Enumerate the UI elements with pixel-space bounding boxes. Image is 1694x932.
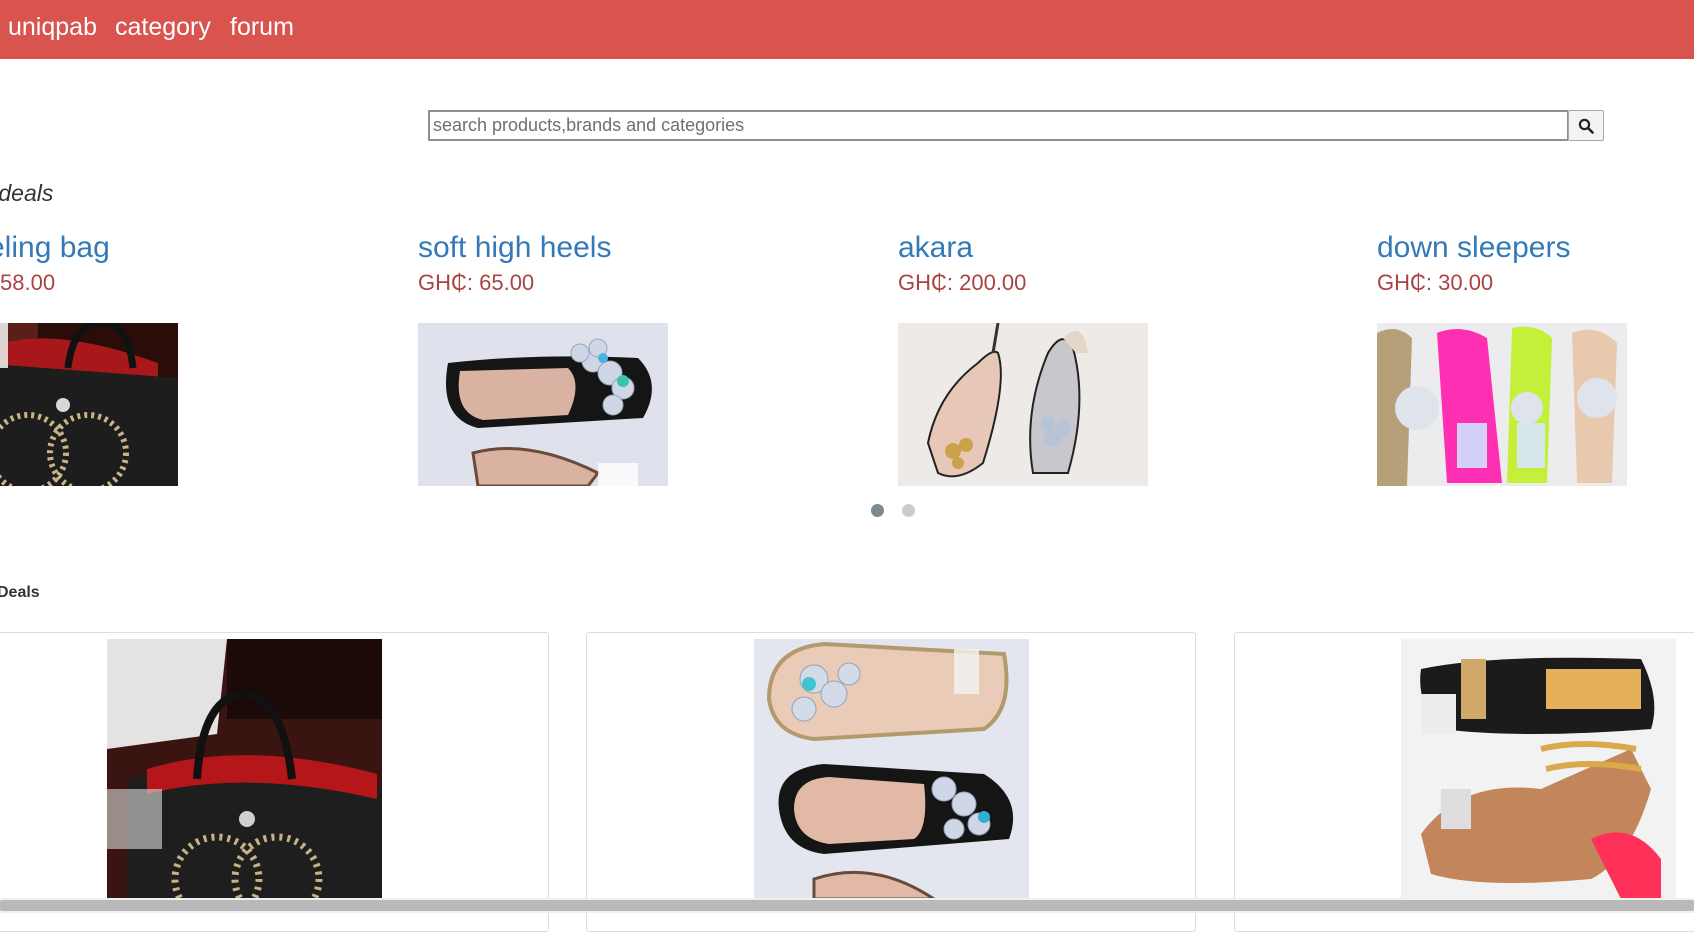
featured-section-title: deals bbox=[0, 180, 54, 206]
featured-carousel: eling bag 58.00 soft high heels GH₵: 65.… bbox=[0, 230, 1694, 520]
product-price: GH₵: 200.00 bbox=[898, 270, 1027, 295]
deal-card[interactable] bbox=[1234, 632, 1694, 932]
search-icon bbox=[1578, 118, 1594, 134]
deal-image-sandals bbox=[1401, 639, 1676, 899]
search-input[interactable] bbox=[428, 110, 1568, 141]
product-image-heels[interactable] bbox=[418, 323, 668, 486]
top-navbar: uniqpab category forum bbox=[0, 0, 1694, 59]
brand-link[interactable]: uniqpab bbox=[8, 13, 97, 41]
product-image-bag[interactable] bbox=[0, 323, 178, 486]
deals-heading: Deals bbox=[0, 584, 40, 601]
product-title-link[interactable]: soft high heels bbox=[418, 230, 838, 266]
deal-image-bag bbox=[107, 639, 382, 899]
deal-card[interactable] bbox=[0, 632, 549, 932]
product-title-link[interactable]: down sleepers bbox=[1377, 230, 1694, 266]
carousel-indicator-2[interactable] bbox=[902, 504, 915, 517]
carousel-slide: soft high heels GH₵: 65.00 bbox=[418, 230, 838, 486]
horizontal-scrollbar[interactable] bbox=[0, 898, 1694, 913]
product-price: GH₵: 30.00 bbox=[1377, 270, 1494, 295]
product-price: GH₵: 65.00 bbox=[418, 270, 535, 295]
deal-card[interactable] bbox=[586, 632, 1196, 932]
search-button[interactable] bbox=[1568, 110, 1604, 141]
carousel-slide: akara GH₵: 200.00 bbox=[898, 230, 1318, 486]
scrollbar-thumb[interactable] bbox=[0, 900, 1694, 911]
carousel-slide: down sleepers GH₵: 30.00 bbox=[1377, 230, 1694, 486]
carousel-slide: eling bag 58.00 bbox=[0, 230, 408, 486]
product-price: 58.00 bbox=[0, 270, 56, 295]
product-image-sleepers[interactable] bbox=[1377, 323, 1627, 486]
carousel-indicator-1[interactable] bbox=[871, 504, 884, 517]
deal-image-heels bbox=[754, 639, 1029, 899]
nav-link-category[interactable]: category bbox=[115, 13, 211, 41]
product-title-link[interactable]: eling bag bbox=[0, 230, 408, 266]
nav-link-forum[interactable]: forum bbox=[230, 13, 294, 41]
product-image-akara[interactable] bbox=[898, 323, 1148, 486]
product-title-link[interactable]: akara bbox=[898, 230, 1318, 266]
